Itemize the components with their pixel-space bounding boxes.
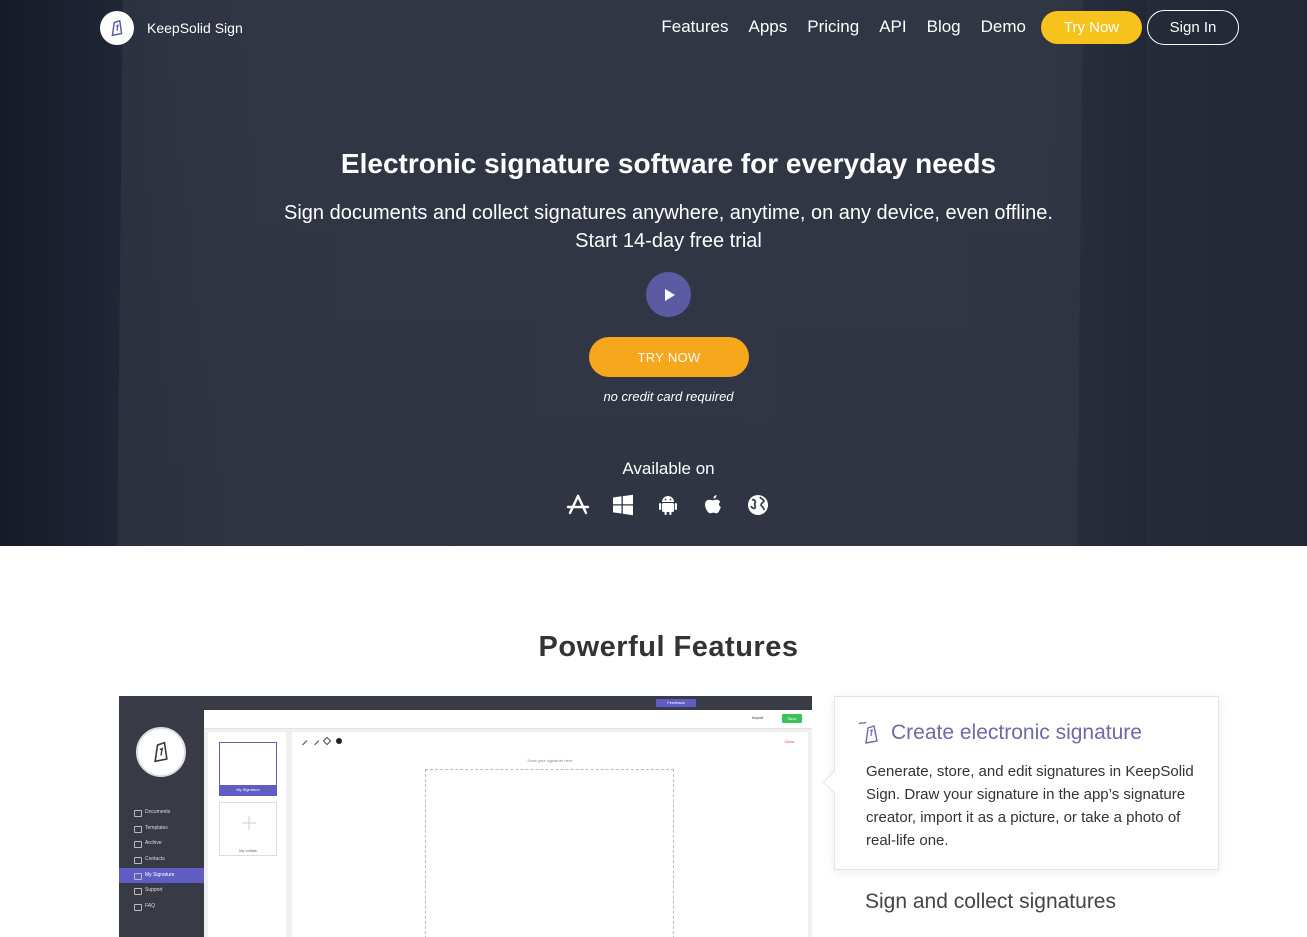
add-icon	[242, 816, 256, 830]
nav-link-apps[interactable]: Apps	[748, 17, 787, 37]
feature-card-create-signature[interactable]: Create electronic signature Generate, st…	[822, 696, 1219, 870]
windows-icon[interactable]	[611, 493, 635, 517]
android-icon[interactable]	[656, 493, 680, 517]
app-logo-icon	[136, 727, 186, 777]
color-icon	[336, 738, 342, 744]
nav-link-demo[interactable]: Demo	[981, 17, 1026, 37]
pen-nib-icon	[857, 718, 885, 751]
brand-name[interactable]: KeepSolid Sign	[147, 20, 243, 36]
app-save-button: Save	[782, 714, 802, 723]
sign-in-button[interactable]: Sign In	[1147, 10, 1239, 45]
app-menu-item-active: My Signature	[119, 867, 204, 884]
app-menu-item: FAQ	[119, 899, 204, 915]
marker-icon	[310, 736, 320, 746]
app-toolbar: Import Save	[204, 710, 812, 729]
app-menu-item: Contacts	[119, 852, 204, 868]
platform-icons	[566, 493, 770, 517]
app-initials-card: My Initials	[219, 802, 277, 856]
hero-section: KeepSolid Sign Features Apps Pricing API…	[0, 0, 1307, 546]
no-credit-card-note: no credit card required	[603, 389, 734, 404]
hero-subtitle-line2: Start 14-day free trial	[575, 230, 762, 252]
hero-subtitle-line1: Sign documents and collect signatures an…	[284, 202, 1053, 224]
pen-icon	[298, 736, 308, 746]
app-menu-item: Templates	[119, 821, 204, 837]
app-menu-item: Documents	[119, 805, 204, 821]
feature-card-pointer	[822, 770, 846, 794]
play-icon	[664, 288, 675, 301]
app-import-button: Import	[752, 715, 764, 720]
nav-links: Features Apps Pricing API Blog Demo	[661, 17, 1026, 37]
app-store-icon[interactable]	[566, 493, 590, 517]
available-on-label: Available on	[622, 459, 715, 478]
app-menu-item: Archive	[119, 836, 204, 852]
app-signature-canvas: Clear Draw your signature here	[292, 732, 808, 937]
feature-title: Create electronic signature	[891, 721, 1142, 744]
app-sidebar: Documents Templates Archive Contacts My …	[119, 710, 204, 937]
app-menu-item: Support	[119, 883, 204, 899]
web-globe-icon[interactable]	[746, 493, 770, 517]
app-draw-area	[425, 769, 674, 937]
feature-description: Generate, store, and edit signatures in …	[866, 763, 1194, 849]
app-screenshot: Feedback Documents Templates Archive Con…	[119, 696, 812, 937]
app-canvas-hint: Draw your signature here	[527, 758, 573, 763]
nav-link-features[interactable]: Features	[661, 17, 728, 37]
app-draw-tools	[298, 736, 342, 746]
try-now-nav-button[interactable]: Try Now	[1041, 11, 1142, 44]
apple-icon[interactable]	[701, 493, 725, 517]
try-now-hero-button[interactable]: TRY NOW	[589, 337, 749, 377]
eraser-icon	[322, 736, 332, 746]
app-signature-card-label: My Signature	[220, 785, 276, 795]
nav-link-api[interactable]: API	[879, 17, 906, 37]
logo-icon[interactable]	[100, 11, 134, 45]
hero-subtitle: Sign documents and collect signatures an…	[0, 199, 1307, 255]
app-menu: Documents Templates Archive Contacts My …	[119, 805, 204, 915]
nav-link-pricing[interactable]: Pricing	[807, 17, 859, 37]
features-section-title: Powerful Features	[538, 631, 799, 663]
app-signature-card: My Signature	[219, 742, 277, 796]
top-nav: KeepSolid Sign Features Apps Pricing API…	[0, 10, 1307, 45]
app-initials-card-label: My Initials	[239, 848, 257, 853]
app-feedback-button: Feedback	[656, 699, 696, 707]
nav-link-blog[interactable]: Blog	[927, 17, 961, 37]
app-top-bar: Feedback	[119, 696, 812, 710]
app-clear-button: Clear	[784, 739, 794, 744]
feature-item-sign-collect[interactable]: Sign and collect signatures	[865, 890, 1116, 914]
play-video-button[interactable]	[646, 272, 691, 317]
hero-title: Electronic signature software for everyd…	[340, 148, 997, 179]
